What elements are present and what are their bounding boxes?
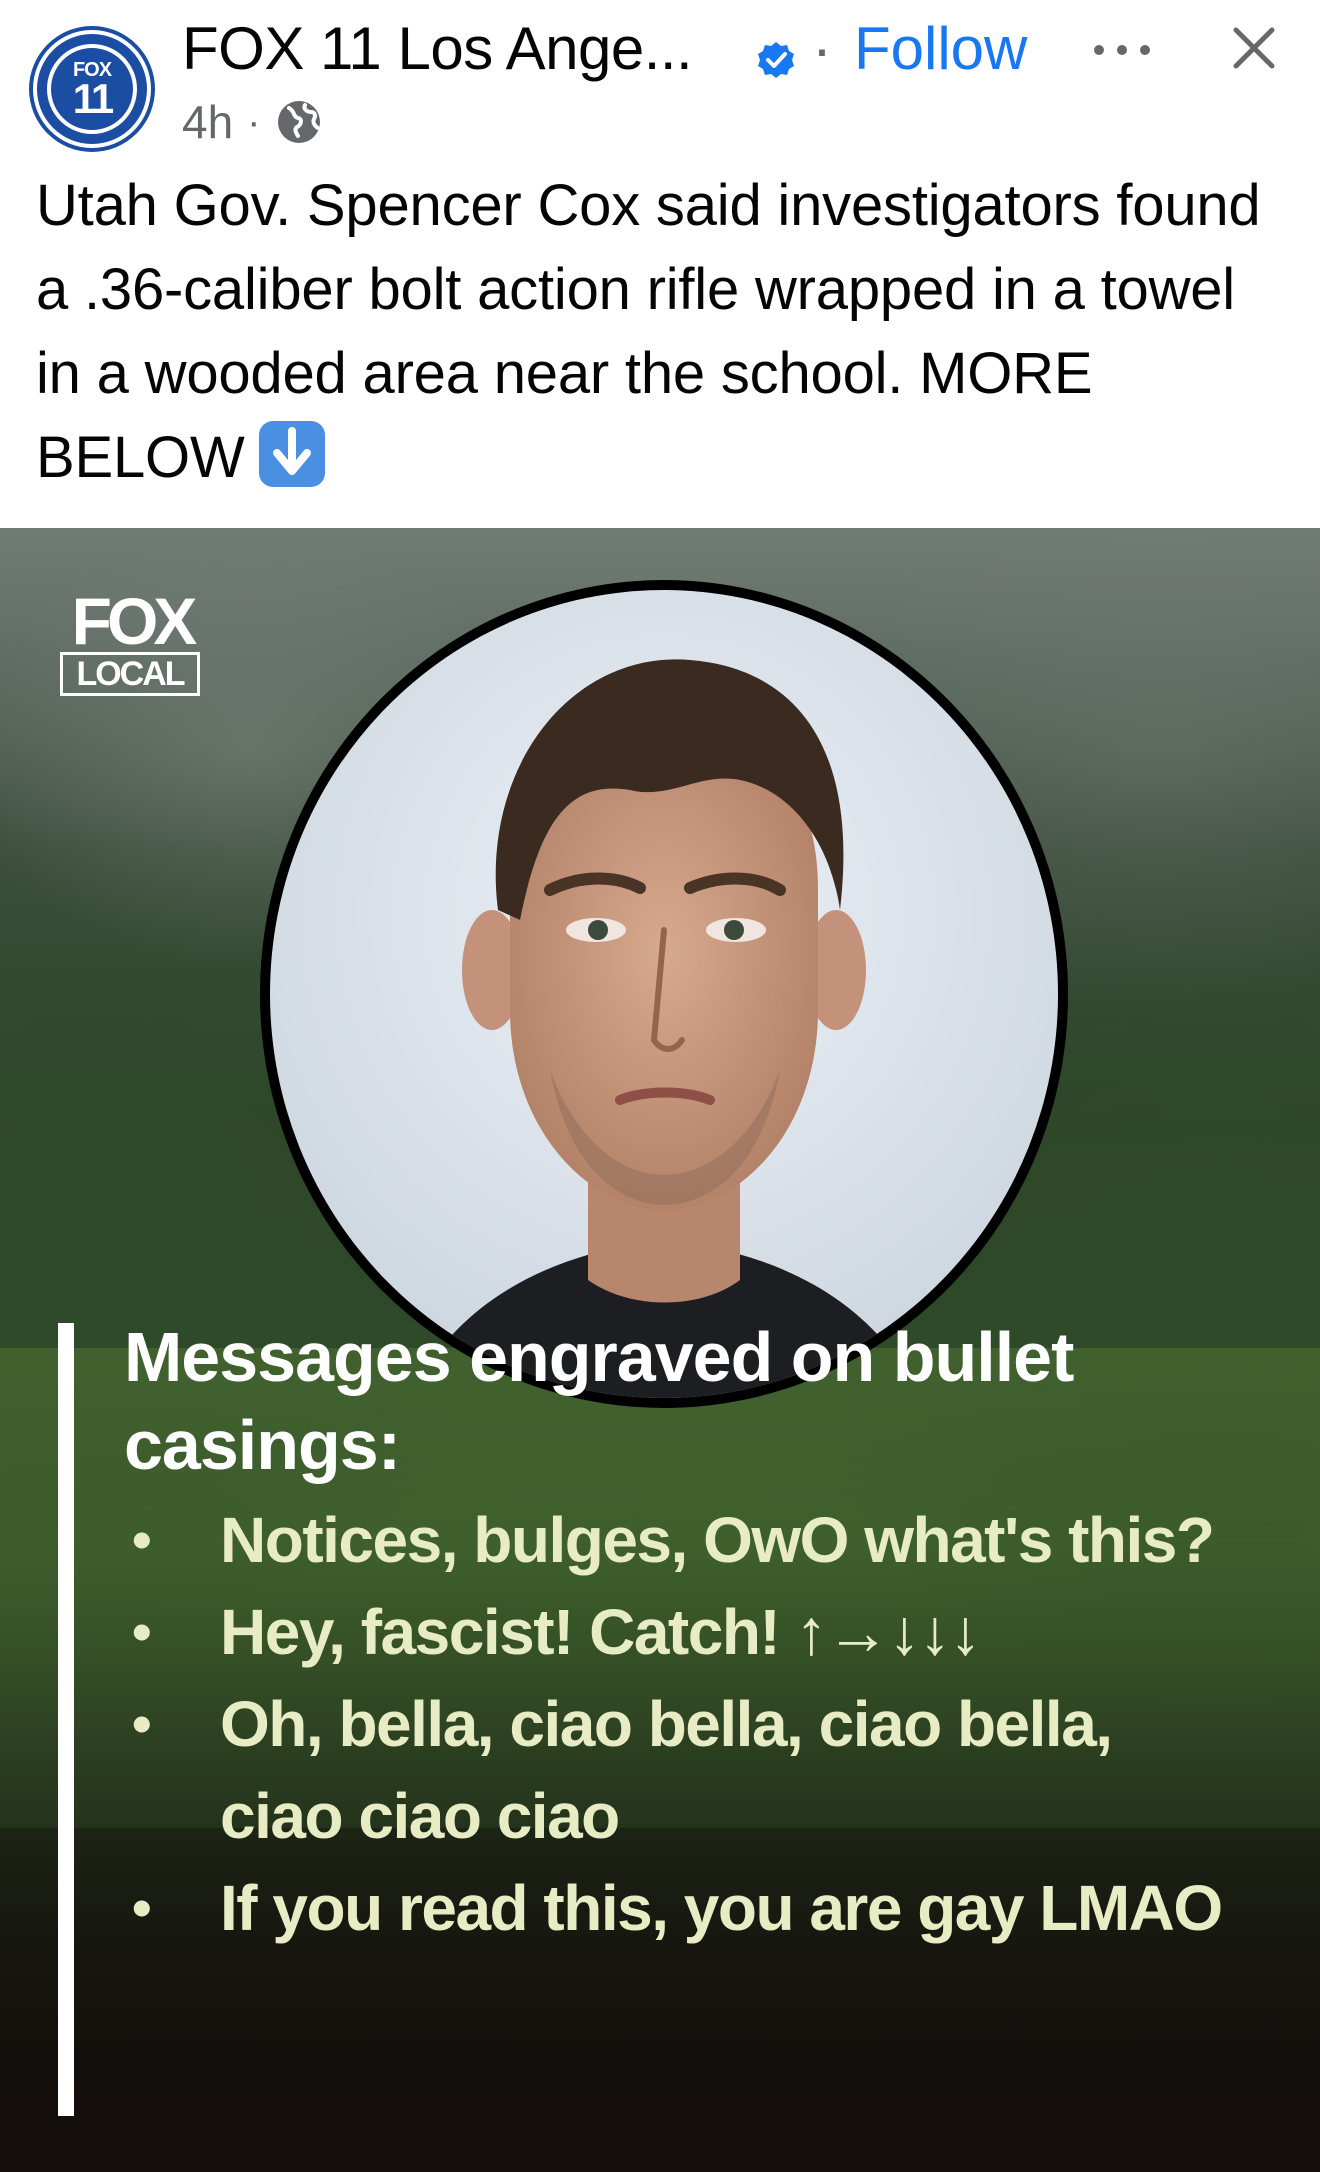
more-dot-icon bbox=[1117, 45, 1127, 55]
list-item: • Oh, bella, ciao bella, ciao bella, ciao… bbox=[124, 1678, 1244, 1862]
casing-messages-list: • Notices, bulges, OwO what's this? • Hey,… bbox=[124, 1494, 1244, 1954]
down-arrow-emoji-icon bbox=[258, 421, 325, 487]
suspect-portrait bbox=[270, 590, 1058, 1398]
more-dot-icon bbox=[1094, 45, 1104, 55]
post-image[interactable]: FOX LOCAL Messages engraved on bullet ca… bbox=[0, 528, 1320, 2172]
bullet-text: Notices, bulges, OwO what's this? bbox=[220, 1504, 1215, 1576]
avatar-logo: FOX 11 bbox=[47, 44, 137, 134]
bullet-marker: • bbox=[132, 1876, 152, 1939]
list-item: • Notices, bulges, OwO what's this? bbox=[124, 1494, 1244, 1586]
post-caption-text: Utah Gov. Spencer Cox said investigators… bbox=[36, 173, 1261, 490]
post-meta: 4h · bbox=[182, 94, 323, 150]
bullet-text: Hey, fascist! Catch! ↑→↓↓↓ bbox=[220, 1596, 982, 1668]
bullet-marker: • bbox=[132, 1692, 152, 1755]
post-timestamp[interactable]: 4h bbox=[182, 95, 233, 149]
header-separator: · bbox=[812, 15, 832, 82]
more-options-button[interactable] bbox=[1094, 30, 1150, 70]
follow-button[interactable]: Follow bbox=[854, 14, 1027, 83]
bullet-text: Oh, bella, ciao bella, ciao bella, ciao … bbox=[220, 1688, 1113, 1852]
list-item: • If you read this, you are gay LMAO bbox=[124, 1862, 1244, 1954]
meta-separator: · bbox=[247, 99, 261, 144]
post-header: FOX 11 FOX 11 Los Ange... · Follow 4h · bbox=[0, 0, 1320, 150]
list-item: • Hey, fascist! Catch! ↑→↓↓↓ bbox=[124, 1586, 1244, 1678]
fox-local-logo: FOX LOCAL bbox=[58, 588, 206, 704]
suspect-photo bbox=[260, 580, 1068, 1408]
overlay-accent-bar bbox=[58, 1323, 74, 2116]
fox-logo-word: FOX bbox=[71, 584, 198, 658]
page-name-link[interactable]: FOX 11 Los Ange... bbox=[182, 14, 693, 83]
avatar-logo-number: 11 bbox=[72, 75, 114, 122]
bullet-text: If you read this, you are gay LMAO bbox=[220, 1872, 1223, 1944]
more-dot-icon bbox=[1140, 45, 1150, 55]
bullet-marker: • bbox=[132, 1508, 152, 1571]
overlay-title: Messages engraved on bullet casings: bbox=[124, 1318, 1074, 1484]
page-avatar[interactable]: FOX 11 bbox=[33, 30, 151, 148]
verified-badge-icon bbox=[758, 42, 794, 78]
local-logo-word: LOCAL bbox=[60, 652, 200, 696]
globe-icon bbox=[277, 101, 320, 143]
close-icon[interactable] bbox=[1224, 18, 1284, 78]
post-caption: Utah Gov. Spencer Cox said investigators… bbox=[36, 164, 1286, 500]
bullet-marker: • bbox=[132, 1600, 152, 1663]
